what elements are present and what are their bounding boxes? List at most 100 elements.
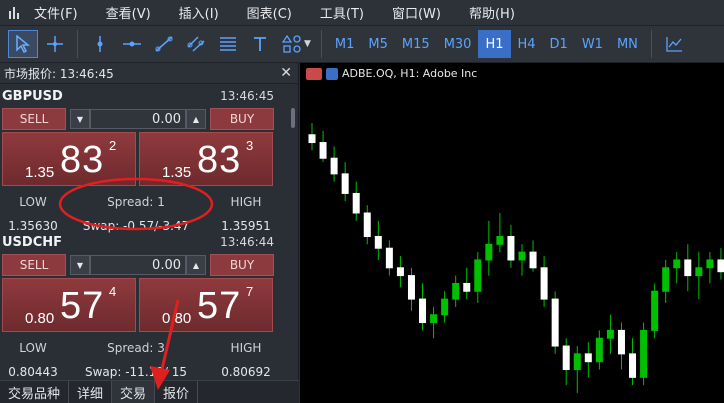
candle-body xyxy=(662,267,670,292)
scrollbar[interactable] xyxy=(291,108,295,128)
volume-down-icon[interactable]: ▼ xyxy=(70,255,90,275)
timeframe-m1[interactable]: M1 xyxy=(328,30,362,58)
candlestick-series xyxy=(308,123,724,393)
market-watch-tabs: 交易品种 详细 交易 报价 xyxy=(0,380,299,403)
candle-body xyxy=(341,173,349,194)
spread-value: Spread: 3 xyxy=(107,341,165,355)
menu-file[interactable]: 文件(F) xyxy=(34,3,78,22)
buy-price-button[interactable]: 1.35 83 3 xyxy=(139,132,273,186)
channel-icon[interactable] xyxy=(181,30,211,58)
price-fraction: 7 xyxy=(246,284,254,299)
timeframe-h1[interactable]: H1 xyxy=(478,30,511,58)
timeframe-d1[interactable]: D1 xyxy=(543,30,575,58)
candle-body xyxy=(640,329,648,378)
candle-body xyxy=(319,142,327,159)
vertical-line-icon[interactable] xyxy=(85,30,115,58)
volume-up-icon[interactable]: ▲ xyxy=(186,109,206,129)
price-fraction: 2 xyxy=(109,138,117,153)
timeframe-m15[interactable]: M15 xyxy=(395,30,437,58)
timeframe-mn[interactable]: MN xyxy=(610,30,645,58)
text-icon[interactable] xyxy=(245,30,275,58)
candle-body xyxy=(308,134,316,144)
cursor-icon[interactable] xyxy=(8,30,38,58)
menu-view[interactable]: 查看(V) xyxy=(106,3,151,22)
candle-body xyxy=(606,329,614,339)
low-label: LOW xyxy=(19,341,47,355)
candle-body xyxy=(374,235,382,249)
market-watch-panel: 市场报价: 13:46:45 ✕ GBPUSD 13:46:45 SELL ▼ … xyxy=(0,63,299,403)
tab-trading[interactable]: 交易 xyxy=(112,380,156,403)
price-prefix: 0.80 xyxy=(25,310,55,327)
candle-body xyxy=(474,259,482,292)
shapes-dropdown-icon[interactable]: ▼ xyxy=(304,39,311,49)
price-fraction: 3 xyxy=(246,138,254,153)
timeframe-m5[interactable]: M5 xyxy=(361,30,395,58)
candle-body xyxy=(717,259,724,273)
toolbar-separator xyxy=(77,30,78,58)
price-chart[interactable]: ADBE.OQ, H1: Adobe Inc xyxy=(300,63,724,403)
candle-body xyxy=(485,243,493,261)
price-pips: 83 xyxy=(60,139,105,181)
fibonacci-icon[interactable] xyxy=(213,30,243,58)
menu-tools[interactable]: 工具(T) xyxy=(320,3,364,22)
timeframe-w1[interactable]: W1 xyxy=(575,30,610,58)
price-fraction: 4 xyxy=(109,284,117,299)
symbol-time: 13:46:44 xyxy=(220,235,274,249)
toolbar: ▼ M1 M5 M15 M30 H1 H4 D1 W1 MN xyxy=(0,26,724,63)
trendline-icon[interactable] xyxy=(149,30,179,58)
horizontal-line-icon[interactable] xyxy=(117,30,147,58)
sell-price-button[interactable]: 1.35 83 2 xyxy=(2,132,136,186)
sell-button[interactable]: SELL xyxy=(2,108,66,130)
candle-body xyxy=(463,282,471,292)
volume-input[interactable]: 0.00 xyxy=(90,255,186,275)
price-pips: 57 xyxy=(197,285,242,327)
volume-down-icon[interactable]: ▼ xyxy=(70,109,90,129)
menu-insert[interactable]: 插入(I) xyxy=(179,3,219,22)
price-prefix: 1.35 xyxy=(25,164,55,181)
timeframe-h4[interactable]: H4 xyxy=(511,30,543,58)
timeframe-m30[interactable]: M30 xyxy=(437,30,479,58)
candle-body xyxy=(330,157,338,175)
price-prefix: 1.35 xyxy=(162,164,192,181)
candle-body xyxy=(407,275,415,300)
price-prefix: 0.80 xyxy=(162,310,192,327)
price-pips: 57 xyxy=(60,285,105,327)
tab-symbols[interactable]: 交易品种 xyxy=(0,380,70,403)
menu-help[interactable]: 帮助(H) xyxy=(469,3,515,22)
sell-button[interactable]: SELL xyxy=(2,254,66,276)
high-label: HIGH xyxy=(230,341,262,355)
candle-body xyxy=(363,212,371,237)
buy-price-button[interactable]: 0.80 57 7 xyxy=(139,278,273,332)
crosshair-icon[interactable] xyxy=(40,30,70,58)
symbol-name[interactable]: USDCHF xyxy=(2,235,62,250)
market-watch-header: 市场报价: 13:46:45 ✕ xyxy=(0,63,298,84)
volume-input[interactable]: 0.00 xyxy=(90,109,186,129)
tab-ticks[interactable]: 报价 xyxy=(155,380,199,403)
sell-price-button[interactable]: 0.80 57 4 xyxy=(2,278,136,332)
chart-title: ADBE.OQ, H1: Adobe Inc xyxy=(342,67,478,80)
toolbar-separator xyxy=(650,30,652,58)
candle-body xyxy=(562,345,570,371)
candle-body xyxy=(617,329,625,355)
chart-type-icon[interactable] xyxy=(659,30,689,58)
candle-body xyxy=(551,298,559,347)
market-watch-title: 市场报价: 13:46:45 xyxy=(4,66,114,81)
menu-window[interactable]: 窗口(W) xyxy=(392,3,441,22)
candle-body xyxy=(584,353,592,363)
close-icon[interactable]: ✕ xyxy=(280,65,292,81)
candle-body xyxy=(507,235,515,261)
symbol-time: 13:46:45 xyxy=(220,89,274,103)
buy-button[interactable]: BUY xyxy=(210,254,274,276)
candle-body xyxy=(651,290,659,331)
tab-details[interactable]: 详细 xyxy=(69,380,113,403)
candle-body xyxy=(430,314,438,324)
shapes-icon[interactable] xyxy=(277,30,307,58)
candle-body xyxy=(573,353,581,371)
buy-button[interactable]: BUY xyxy=(210,108,274,130)
candle-body xyxy=(595,337,603,363)
volume-up-icon[interactable]: ▲ xyxy=(186,255,206,275)
menu-charts[interactable]: 图表(C) xyxy=(247,3,292,22)
candle-body xyxy=(529,251,537,269)
symbol-name[interactable]: GBPUSD xyxy=(2,89,63,104)
candle-body xyxy=(441,298,449,316)
